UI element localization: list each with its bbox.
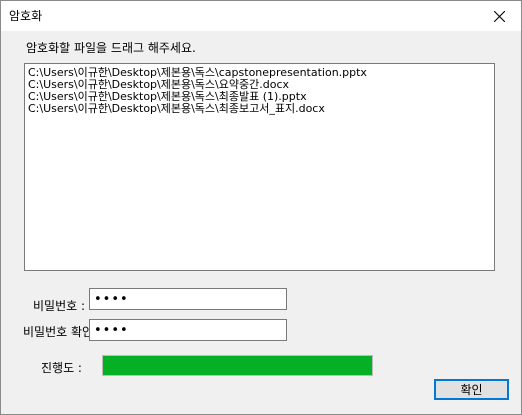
title-bar[interactable]: 암호화: [1, 1, 521, 31]
file-list-item[interactable]: C:\Users\이규한\Desktop\제본용\독스\최종보고서_표지.doc…: [28, 103, 491, 115]
password-label: 비밀번호 :: [33, 299, 86, 313]
close-icon: [493, 10, 505, 22]
progress-bar: [102, 355, 373, 376]
password-input[interactable]: ••••: [89, 288, 287, 310]
progress-fill: [103, 356, 372, 375]
file-drop-list[interactable]: C:\Users\이규한\Desktop\제본용\독스\capstonepres…: [24, 63, 495, 271]
instruction-text: 암호화할 파일을 드래그 해주세요.: [26, 41, 196, 55]
close-button[interactable]: [477, 1, 521, 31]
password-confirm-input[interactable]: ••••: [89, 319, 287, 341]
confirm-button[interactable]: 확인: [434, 379, 509, 400]
progress-label: 진행도 :: [41, 361, 82, 375]
encryption-dialog: 암호화 암호화할 파일을 드래그 해주세요. C:\Users\이규한\Desk…: [0, 0, 522, 415]
window-title: 암호화: [9, 9, 43, 23]
